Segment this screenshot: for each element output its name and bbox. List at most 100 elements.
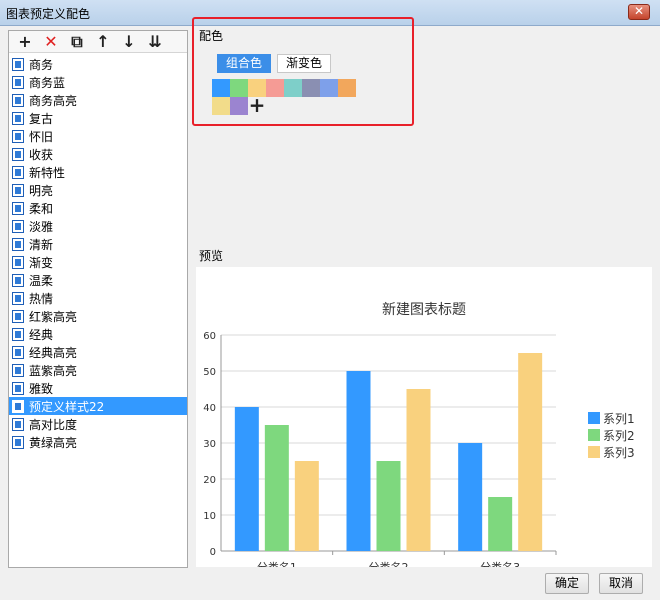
bar: [518, 353, 543, 551]
list-item[interactable]: 渐变: [9, 253, 187, 271]
list-item[interactable]: 柔和: [9, 199, 187, 217]
bar: [294, 461, 319, 551]
palette-label: 配色: [199, 29, 224, 43]
bar: [488, 497, 513, 551]
list-item-label: 经典: [29, 327, 54, 342]
bar: [264, 425, 289, 551]
style-icon: [12, 291, 24, 305]
y-tick-label: 40: [203, 403, 216, 414]
list-item[interactable]: 雅致: [9, 379, 187, 397]
x-tick-label: 分类名1: [257, 560, 297, 567]
style-icon: [12, 147, 24, 161]
bar: [346, 371, 371, 551]
list-item-label: 淡雅: [29, 219, 54, 234]
list-item-label: 收获: [29, 147, 54, 162]
color-swatch[interactable]: [338, 79, 356, 97]
list-item[interactable]: 怀旧: [9, 127, 187, 145]
list-item[interactable]: 明亮: [9, 181, 187, 199]
list-item[interactable]: 收获: [9, 145, 187, 163]
list-item-label: 新特性: [29, 165, 66, 180]
preview-area: 新建图表标题 0 10 20 30 40 50 60 分类名1 分类名2 分类名3 系列1 系列2 系列3: [196, 267, 652, 574]
style-icon: [12, 327, 24, 341]
list-item[interactable]: 清新: [9, 235, 187, 253]
color-swatch[interactable]: [212, 79, 230, 97]
x-tick-label: 分类名2: [369, 560, 409, 567]
list-toolbar: + ✕ ⧉ ↑ ↓ ⇊: [9, 31, 187, 53]
list-item[interactable]: 商务: [9, 55, 187, 73]
color-swatch[interactable]: [212, 97, 230, 115]
list-item[interactable]: 新特性: [9, 163, 187, 181]
style-icon: [12, 129, 24, 143]
style-icon: [12, 345, 24, 359]
list-item-label: 明亮: [29, 183, 54, 198]
style-icon: [12, 309, 24, 323]
bar-chart: 新建图表标题 0 10 20 30 40 50 60 分类名1 分类名2 分类名3 系列1 系列2 系列3: [203, 302, 635, 574]
list-item[interactable]: 淡雅: [9, 217, 187, 235]
legend-swatch: [588, 429, 600, 441]
chart-title: 新建图表标题: [382, 302, 466, 318]
bar: [406, 389, 431, 551]
list-item[interactable]: 红紫高亮: [9, 307, 187, 325]
style-icon: [12, 183, 24, 197]
bar: [458, 443, 483, 551]
style-icon: [12, 219, 24, 233]
style-icon: [12, 381, 24, 395]
list-item-label: 怀旧: [29, 129, 54, 144]
legend-label: 系列1: [603, 412, 635, 426]
list-item[interactable]: 高对比度: [9, 415, 187, 433]
list-item-label: 商务: [29, 57, 54, 72]
tab-gradient-color[interactable]: 渐变色: [277, 54, 332, 73]
list-item[interactable]: 黄绿高亮: [9, 433, 187, 451]
copy-icon[interactable]: ⧉: [66, 32, 88, 52]
config-panel: 配色 组合色渐变色 + 预览 新建图表标题 0 10 20 30 40 50 60 分类名1 分类…: [192, 16, 652, 574]
color-swatch[interactable]: [302, 79, 320, 97]
bar: [376, 461, 401, 551]
legend-swatch: [588, 412, 600, 424]
list-item-label: 柔和: [29, 201, 54, 216]
style-icon: [12, 435, 24, 449]
list-item[interactable]: 商务蓝: [9, 73, 187, 91]
style-icon: [12, 399, 24, 413]
footer: 确定 取消: [0, 568, 660, 600]
color-swatch[interactable]: [284, 79, 302, 97]
style-list: 商务商务蓝商务高亮复古怀旧收获新特性明亮柔和淡雅清新 渐变 温柔 热情红紫高亮经典 经典…: [9, 53, 187, 451]
list-item-label: 复古: [29, 111, 54, 126]
cancel-button[interactable]: 取消: [599, 573, 643, 594]
list-item-label: 商务蓝: [29, 75, 66, 90]
list-item[interactable]: 经典: [9, 325, 187, 343]
list-item[interactable]: 复古: [9, 109, 187, 127]
add-color-icon[interactable]: +: [248, 95, 266, 115]
list-item[interactable]: 商务高亮: [9, 91, 187, 109]
move-up-icon[interactable]: ↑: [92, 32, 114, 52]
add-icon[interactable]: +: [14, 32, 36, 52]
style-icon: [12, 93, 24, 107]
list-item-label: 商务高亮: [29, 93, 78, 108]
style-icon: [12, 57, 24, 71]
color-swatch[interactable]: [230, 97, 248, 115]
sort-icon[interactable]: ⇊: [144, 32, 166, 52]
list-item[interactable]: 经典高亮: [9, 343, 187, 361]
legend-label: 系列3: [603, 446, 635, 460]
list-item[interactable]: 预定义样式22: [9, 397, 187, 415]
list-item-label: 红紫高亮: [29, 309, 78, 324]
y-tick-label: 30: [203, 439, 216, 450]
ok-button[interactable]: 确定: [545, 573, 589, 594]
list-item-label: 雅致: [29, 381, 54, 396]
window-title: 图表预定义配色: [6, 7, 91, 21]
style-icon: [12, 165, 24, 179]
y-tick-label: 20: [203, 475, 216, 486]
color-swatch[interactable]: [230, 79, 248, 97]
delete-icon[interactable]: ✕: [40, 32, 62, 52]
y-tick-label: 10: [203, 511, 216, 522]
color-swatch[interactable]: [266, 79, 284, 97]
preview-label: 预览: [199, 249, 224, 263]
list-item-label: 清新: [29, 237, 54, 252]
list-item[interactable]: 蓝紫高亮: [9, 361, 187, 379]
color-swatches: +: [212, 79, 372, 115]
tab-combination-color[interactable]: 组合色: [217, 54, 272, 73]
move-down-icon[interactable]: ↓: [118, 32, 140, 52]
style-icon: [12, 111, 24, 125]
color-swatch[interactable]: [320, 79, 338, 97]
list-item[interactable]: 温柔: [9, 271, 187, 289]
list-item[interactable]: 热情: [9, 289, 187, 307]
